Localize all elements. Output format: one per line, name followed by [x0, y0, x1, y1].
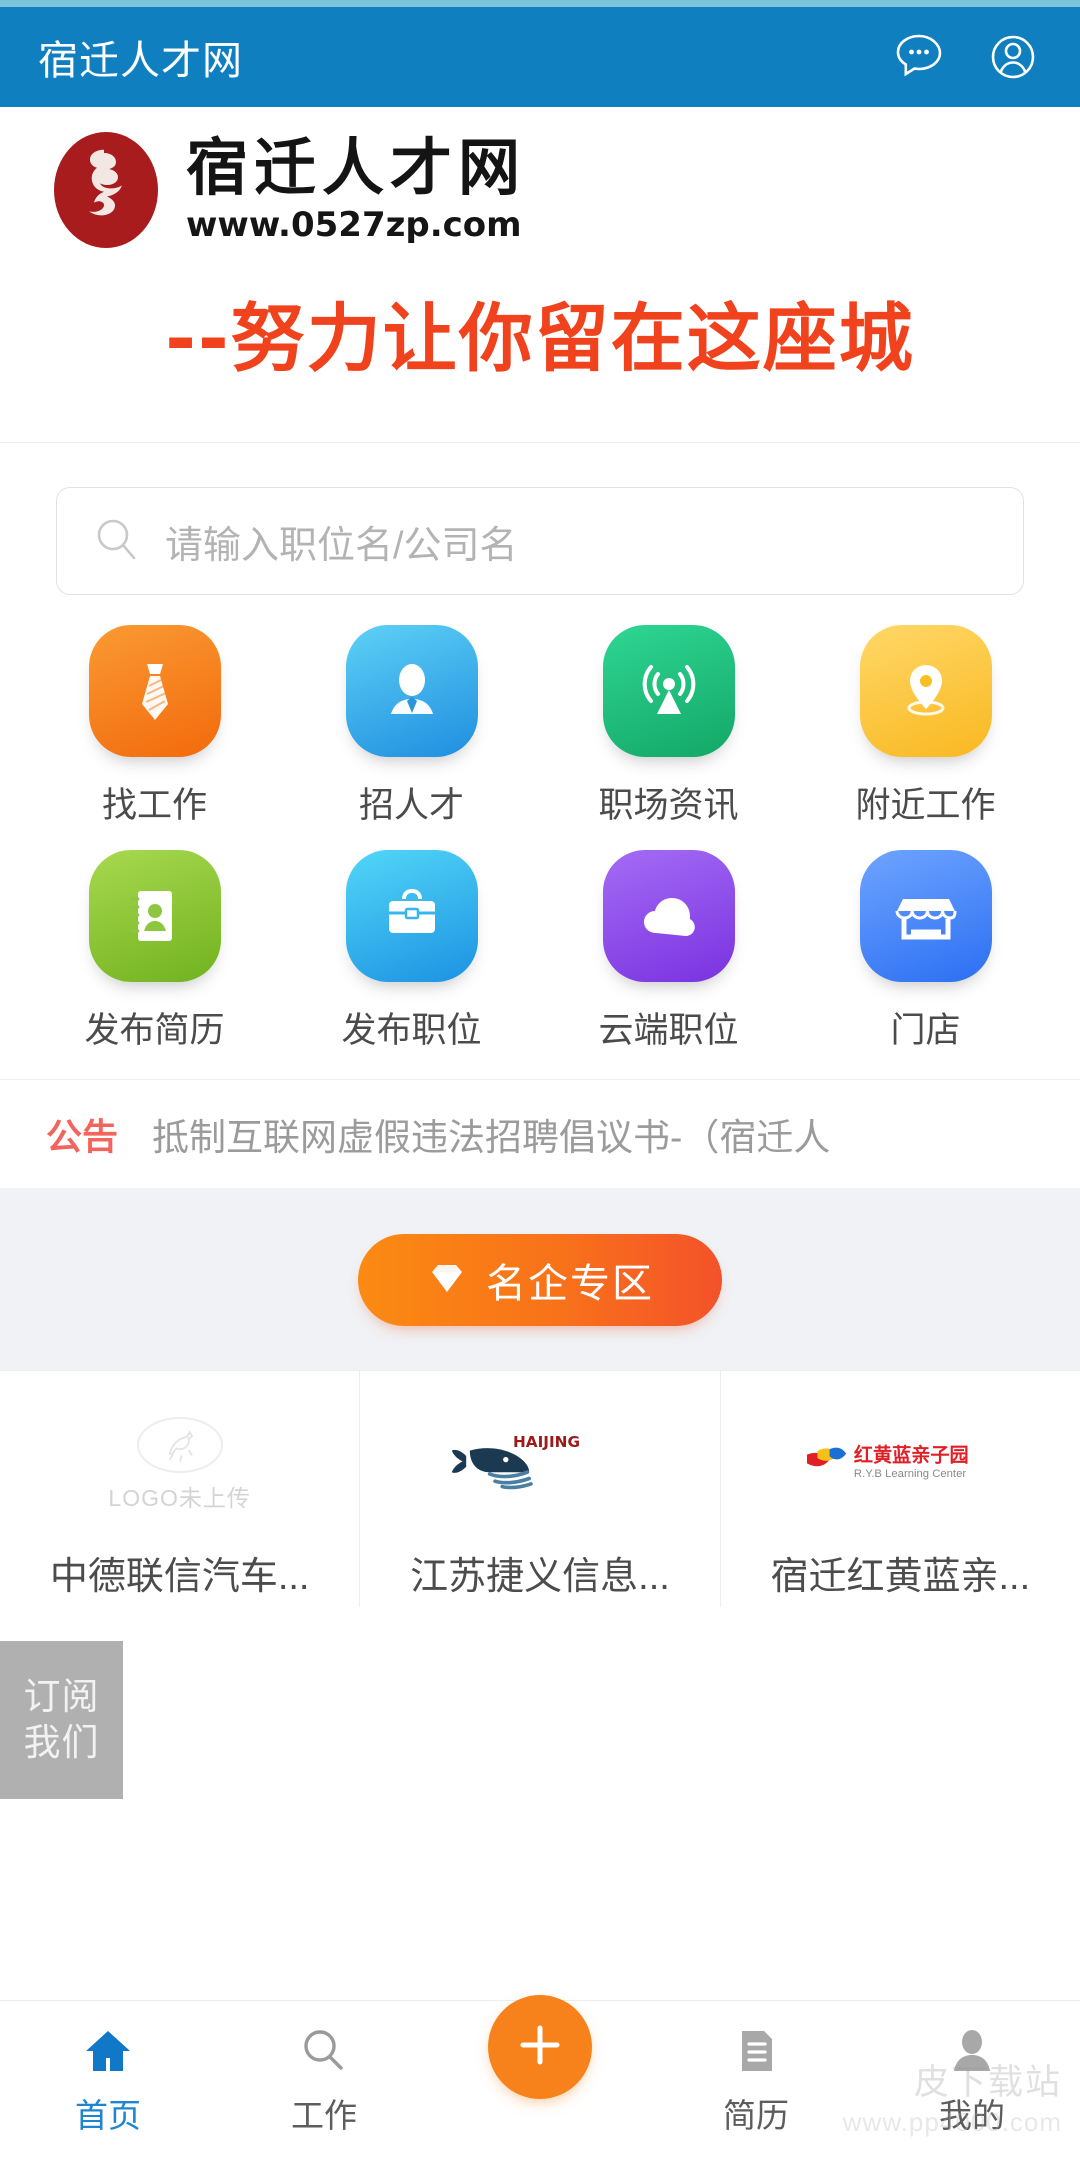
- ryb-logo-text: 红黄蓝亲子园: [854, 1444, 969, 1467]
- document-icon: [728, 2023, 784, 2079]
- famous-companies-label: 名企专区: [486, 1262, 654, 1306]
- subscribe-tab[interactable]: 订阅 我们: [0, 1641, 123, 1799]
- company-name: 宿迁红黄蓝亲...: [770, 1556, 1031, 1598]
- nav-label: 工作: [291, 2097, 357, 2134]
- grid-item-label: 发布简历: [84, 1011, 225, 1050]
- location-pin-icon: [859, 625, 992, 757]
- app-header: 宿迁人才网: [0, 7, 1080, 107]
- grid-item-post-resume[interactable]: 发布简历: [26, 850, 283, 1053]
- logo-not-uploaded-placeholder: LOGO未上传: [108, 1417, 251, 1511]
- company-name: 中德联信汽车...: [49, 1556, 310, 1598]
- announcement-text: 抵制互联网虚假违法招聘倡议书-（宿迁人: [152, 1117, 831, 1158]
- promo-panel: 名企专区: [0, 1188, 1080, 1370]
- haijing-logo-text: HAIJING: [513, 1433, 580, 1451]
- company-card[interactable]: LOGO未上传 中德联信汽车...: [0, 1371, 361, 1607]
- ryb-logo-subtext: R.Y.B Learning Center: [854, 1468, 966, 1480]
- businessman-icon: [345, 625, 478, 757]
- user-circle-icon[interactable]: [984, 28, 1042, 86]
- page-title: 宿迁人才网: [38, 39, 243, 83]
- search-bar[interactable]: 请输入职位名/公司名: [56, 487, 1024, 595]
- brand-row: 宿迁人才网 www.0527zp.com: [0, 129, 1080, 251]
- status-strip: [0, 0, 1080, 7]
- necktie-icon: [88, 625, 221, 757]
- grid-item-post-job[interactable]: 发布职位: [283, 850, 540, 1053]
- search-icon: [91, 513, 143, 570]
- company-name: 江苏捷义信息...: [410, 1556, 670, 1598]
- ryb-learning-center-logo: 红黄蓝亲子园 R.Y.B Learning Center: [800, 1419, 1000, 1511]
- notebook-icon: [88, 850, 221, 982]
- storefront-icon: [859, 850, 992, 982]
- placeholder-circle: [136, 1417, 223, 1473]
- shortcut-grid: 找工作 招人才 职场资讯 附近工作 发布简历 发布职位 云端职位 门店: [0, 595, 1080, 1080]
- nav-item-jobs[interactable]: 工作: [216, 2001, 432, 2137]
- search-input[interactable]: 请输入职位名/公司名: [165, 514, 518, 569]
- bottom-navigation: 首页 工作 简历 我的: [0, 1995, 1080, 2160]
- grid-item-recruit[interactable]: 招人才: [283, 625, 540, 828]
- search-section: 请输入职位名/公司名: [0, 443, 1080, 595]
- header-actions: [890, 28, 1042, 86]
- red-circle-horse-logo: [46, 129, 166, 251]
- grid-item-label: 附近工作: [855, 786, 996, 825]
- nav-item-home[interactable]: 首页: [0, 2001, 216, 2137]
- company-card[interactable]: HAIJING 江苏捷义信息...: [360, 1371, 721, 1607]
- brand-banner: 宿迁人才网 www.0527zp.com --努力让你留在这座城: [0, 107, 1080, 443]
- subscribe-line-2: 我们: [23, 1722, 100, 1763]
- nav-label: 首页: [75, 2097, 141, 2134]
- announcement-bar[interactable]: 公告 抵制互联网虚假违法招聘倡议书-（宿迁人: [0, 1080, 1080, 1188]
- grid-item-label: 职场资讯: [598, 786, 739, 825]
- brand-slogan: --努力让你留在这座城: [165, 296, 915, 382]
- grid-item-label: 招人才: [358, 786, 464, 825]
- grid-item-news[interactable]: 职场资讯: [540, 625, 797, 828]
- nav-item-resume[interactable]: 简历: [648, 2001, 864, 2137]
- haijing-whale-logo: HAIJING: [450, 1419, 630, 1511]
- briefcase-icon: [345, 850, 478, 982]
- brand-url: www.0527zp.com: [186, 204, 522, 245]
- home-icon: [80, 2023, 136, 2079]
- grid-item-label: 云端职位: [598, 1011, 739, 1050]
- company-card-list: LOGO未上传 中德联信汽车... HAIJING 江苏捷义信息... 红黄蓝亲…: [0, 1370, 1080, 1607]
- plus-icon: [513, 2018, 567, 2077]
- search-icon: [296, 2023, 352, 2079]
- company-card[interactable]: 红黄蓝亲子园 R.Y.B Learning Center 宿迁红黄蓝亲...: [721, 1371, 1080, 1607]
- placeholder-text: LOGO未上传: [108, 1485, 251, 1511]
- nav-label: 我的: [939, 2097, 1005, 2134]
- grid-item-cloud-job[interactable]: 云端职位: [540, 850, 797, 1053]
- grid-item-label: 发布职位: [341, 1011, 482, 1050]
- famous-companies-button[interactable]: 名企专区: [358, 1234, 722, 1326]
- nav-item-mine[interactable]: 我的: [864, 2001, 1080, 2137]
- nav-label: 简历: [723, 2097, 789, 2134]
- add-button[interactable]: [488, 1995, 592, 2099]
- brand-name: 宿迁人才网: [186, 131, 527, 205]
- person-icon: [944, 2023, 1000, 2079]
- cloud-icon: [602, 850, 735, 982]
- broadcast-icon: [602, 625, 735, 757]
- grid-item-label: 门店: [890, 1011, 961, 1050]
- grid-item-store[interactable]: 门店: [797, 850, 1054, 1053]
- chat-bubble-icon[interactable]: [890, 28, 948, 86]
- grid-item-label: 找工作: [101, 786, 207, 825]
- subscribe-line-1: 订阅: [23, 1675, 100, 1717]
- grid-item-find-job[interactable]: 找工作: [26, 625, 283, 828]
- brand-text: 宿迁人才网 www.0527zp.com: [186, 135, 526, 244]
- announcement-badge: 公告: [46, 1116, 119, 1157]
- diamond-icon: [426, 1257, 468, 1304]
- grid-item-nearby[interactable]: 附近工作: [797, 625, 1054, 828]
